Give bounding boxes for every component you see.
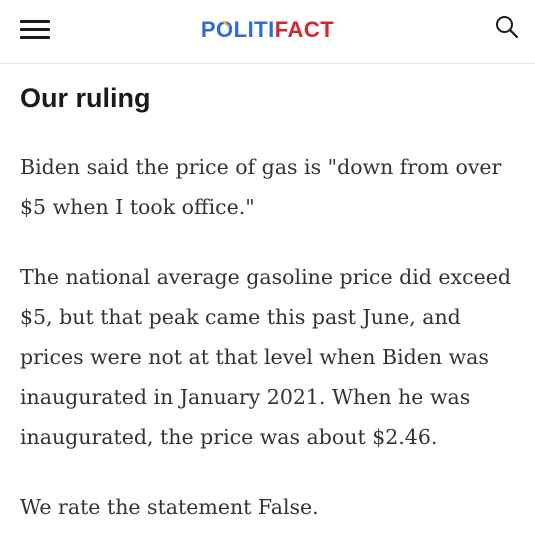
logo-text-fact: FACT [274,17,335,42]
ruling-paragraph-evidence: The national average gasoline price did … [20,265,511,449]
search-icon[interactable] [494,14,520,40]
politifact-logo[interactable]: PO LITIFACT [0,17,535,43]
logo-text-o: O [216,17,234,42]
logo-text-liti: LITI [233,17,275,42]
top-navigation-bar: PO LITIFACT [0,0,535,64]
ruling-heading: Our ruling [20,83,151,113]
search-glyph [496,16,519,39]
article-body: Our ruling Biden said the price of gas i… [20,80,520,519]
logo-check-accent-icon [222,20,230,28]
ruling-paragraph-claim: Biden said the price of gas is "down fro… [20,155,502,219]
ruling-paragraph-verdict: We rate the statement False. [20,495,319,519]
logo-text-p: P [200,17,216,42]
